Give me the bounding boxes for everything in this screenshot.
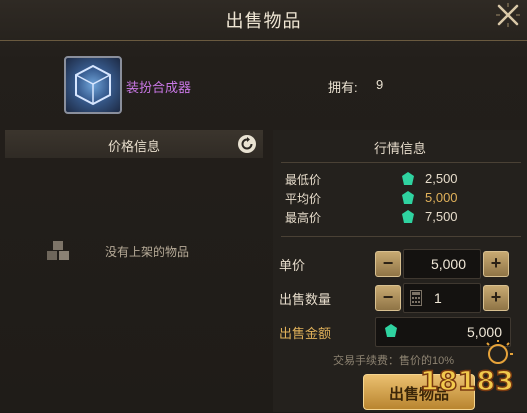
item-row: 装扮合成器 拥有: 9 <box>12 48 512 128</box>
price-info-panel: 价格信息 没有上架的物品 <box>5 130 263 410</box>
item-cube-icon[interactable] <box>64 56 122 114</box>
unit-price-value: 5,000 <box>430 256 466 272</box>
title-bar: 出售物品 <box>0 0 527 41</box>
quantity-decrease-button[interactable]: − <box>375 285 401 311</box>
stat-value: 2,500 <box>425 171 458 186</box>
quantity-input[interactable]: 1 <box>403 283 481 313</box>
price-info-title: 价格信息 <box>107 139 160 154</box>
stat-row-min: 最低价 2,500 <box>285 171 515 189</box>
close-button[interactable] <box>495 2 521 28</box>
total-amount-value: 5,000 <box>466 324 502 340</box>
gem-icon <box>402 210 414 223</box>
price-info-header: 价格信息 <box>5 130 263 158</box>
dialog-title: 出售物品 <box>225 11 302 31</box>
gem-icon <box>402 191 414 204</box>
keypad-icon <box>410 290 422 306</box>
stat-value: 7,500 <box>425 209 458 224</box>
stat-label: 平均价 <box>285 192 322 206</box>
stat-row-avg: 平均价 5,000 <box>285 190 515 208</box>
owned-label: 拥有: <box>328 80 358 95</box>
sell-item-dialog: 出售物品 装扮合成器 拥有: 9 价格信息 没有上架的物品 行情信息 最低价 2… <box>0 0 527 412</box>
refresh-icon <box>238 135 256 153</box>
stat-label: 最低价 <box>285 173 322 187</box>
refresh-button[interactable] <box>237 134 257 154</box>
unit-price-input[interactable]: 5,000 <box>403 249 481 279</box>
unit-price-row: 单价 − 5,000 + <box>279 249 523 279</box>
stat-value: 5,000 <box>425 190 458 205</box>
minus-icon: − <box>382 253 394 273</box>
item-name: 装扮合成器 <box>126 80 192 95</box>
total-label: 出售金额 <box>279 326 332 341</box>
unit-price-increase-button[interactable]: + <box>483 251 509 277</box>
owned-count: 9 <box>376 77 384 92</box>
quantity-row: 出售数量 − 1 + <box>279 283 523 313</box>
quantity-label: 出售数量 <box>279 292 332 307</box>
minus-icon: − <box>382 287 394 307</box>
site-watermark-logo: 18183 <box>418 340 518 408</box>
market-info-title: 行情信息 <box>373 141 426 156</box>
quantity-increase-button[interactable]: + <box>483 285 509 311</box>
gem-icon <box>402 172 414 185</box>
empty-boxes-icon <box>47 241 69 260</box>
divider <box>281 162 521 163</box>
stat-row-max: 最高价 7,500 <box>285 209 515 227</box>
unit-price-decrease-button[interactable]: − <box>375 251 401 277</box>
quantity-value: 1 <box>434 290 442 306</box>
plus-icon: + <box>490 287 502 307</box>
gem-icon <box>385 324 397 337</box>
empty-listing-text: 没有上架的物品 <box>105 245 190 259</box>
watermark-text: 18183 <box>420 366 514 397</box>
close-icon <box>496 3 520 27</box>
unit-price-label: 单价 <box>279 258 306 273</box>
plus-icon: + <box>490 253 502 273</box>
divider <box>281 236 521 237</box>
stat-label: 最高价 <box>285 211 322 225</box>
